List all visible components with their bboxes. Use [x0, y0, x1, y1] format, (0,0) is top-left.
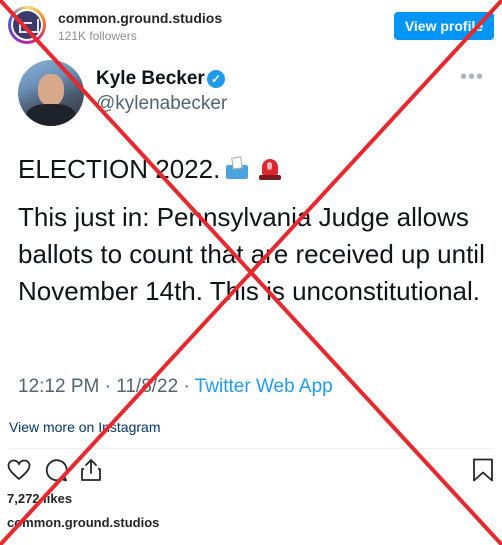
- share-icon[interactable]: [78, 457, 104, 483]
- view-profile-button[interactable]: View profile: [394, 12, 494, 40]
- tweet-author-name: Kyle Becker: [96, 68, 205, 89]
- view-more-on-instagram-link[interactable]: View more on Instagram: [9, 419, 160, 435]
- follower-count: 121K followers: [58, 29, 137, 43]
- tweet-headline: ELECTION 2022.: [18, 154, 282, 185]
- ballot-box-icon: [224, 156, 250, 180]
- like-count[interactable]: 7,272 likes: [7, 491, 72, 506]
- caption-username[interactable]: common.ground.studios: [7, 515, 159, 530]
- tweet-author-handle: @kylenabecker: [96, 93, 228, 114]
- tweet-source: Twitter Web App: [194, 376, 333, 397]
- tweet-headline-text: ELECTION 2022.: [18, 154, 221, 184]
- heart-icon[interactable]: [6, 457, 32, 483]
- tweet-timestamp: 12:12 PM · 11/8/22 · Twitter Web App: [18, 376, 333, 398]
- divider: [9, 448, 493, 449]
- account-name[interactable]: common.ground.studios: [58, 10, 222, 26]
- tweet-body: This just in: Pennsylvania Judge allows …: [18, 202, 485, 306]
- comment-icon[interactable]: [43, 457, 69, 483]
- tweet-time: 12:12 PM · 11/8/22 ·: [18, 376, 195, 397]
- verified-badge-icon: ✓: [207, 70, 225, 88]
- tweet-author-avatar: [18, 60, 84, 126]
- more-options-icon: •••: [460, 66, 485, 88]
- siren-icon: [258, 156, 282, 180]
- account-logo-icon: [13, 11, 41, 39]
- post-header: common.ground.studios 121K followers Vie…: [0, 0, 502, 52]
- bookmark-icon[interactable]: [470, 457, 496, 483]
- account-avatar[interactable]: [8, 6, 46, 44]
